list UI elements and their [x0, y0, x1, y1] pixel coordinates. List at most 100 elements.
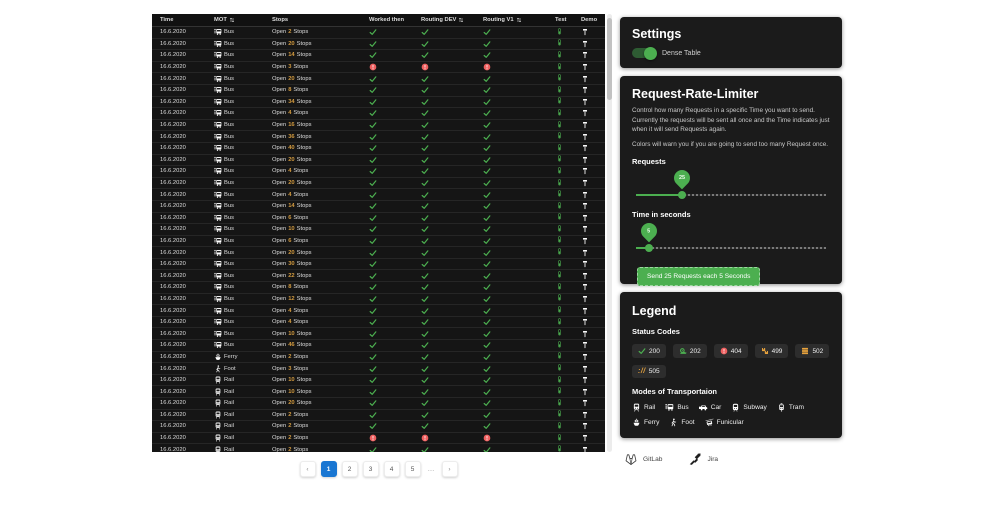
requests-slider-thumb[interactable]: [678, 191, 686, 199]
jira-link[interactable]: Jira: [688, 452, 718, 466]
demo-gavel-icon[interactable]: [581, 249, 589, 257]
test-tube-icon[interactable]: [555, 121, 564, 130]
next-page-button[interactable]: ›: [442, 461, 458, 477]
test-tube-icon[interactable]: [555, 387, 564, 396]
test-tube-icon[interactable]: [555, 167, 564, 176]
test-tube-icon[interactable]: [555, 445, 564, 452]
test-tube-icon[interactable]: [555, 225, 564, 234]
table-scrollbar[interactable]: [607, 14, 612, 452]
demo-gavel-icon[interactable]: [581, 388, 589, 396]
test-tube-icon[interactable]: [555, 132, 564, 141]
demo-gavel-icon[interactable]: [581, 399, 589, 407]
dense-table-toggle[interactable]: [632, 48, 656, 58]
demo-gavel-icon[interactable]: [581, 260, 589, 268]
demo-gavel-icon[interactable]: [581, 156, 589, 164]
test-tube-icon[interactable]: [555, 329, 564, 338]
prev-page-button[interactable]: ‹: [300, 461, 316, 477]
demo-gavel-icon[interactable]: [581, 86, 589, 94]
test-tube-icon[interactable]: [555, 376, 564, 385]
time-slider-thumb[interactable]: [645, 244, 653, 252]
test-tube-icon[interactable]: [555, 399, 564, 408]
table-scrollbar-thumb[interactable]: [607, 18, 612, 100]
test-tube-icon[interactable]: [555, 422, 564, 431]
demo-gavel-icon[interactable]: [581, 167, 589, 175]
demo-gavel-icon[interactable]: [581, 353, 589, 361]
test-tube-icon[interactable]: [555, 144, 564, 153]
demo-gavel-icon[interactable]: [581, 98, 589, 106]
demo-gavel-icon[interactable]: [581, 214, 589, 222]
demo-gavel-icon[interactable]: [581, 40, 589, 48]
demo-gavel-icon[interactable]: [581, 237, 589, 245]
stops-count: 2: [288, 412, 291, 418]
test-tube-icon[interactable]: [555, 271, 564, 280]
demo-gavel-icon[interactable]: [581, 330, 589, 338]
test-tube-icon[interactable]: [555, 364, 564, 373]
demo-gavel-icon[interactable]: [581, 434, 589, 442]
demo-gavel-icon[interactable]: [581, 63, 589, 71]
sort-icon[interactable]: [229, 17, 235, 23]
test-tube-icon[interactable]: [555, 179, 564, 188]
demo-gavel-icon[interactable]: [581, 51, 589, 59]
test-tube-icon[interactable]: [555, 109, 564, 118]
test-tube-icon[interactable]: [555, 260, 564, 269]
time-slider[interactable]: 5: [636, 221, 826, 255]
demo-gavel-icon[interactable]: [581, 283, 589, 291]
demo-gavel-icon[interactable]: [581, 446, 589, 452]
test-tube-icon[interactable]: [555, 352, 564, 361]
test-tube-icon[interactable]: [555, 306, 564, 315]
demo-gavel-icon[interactable]: [581, 422, 589, 430]
page-button-4[interactable]: 4: [384, 461, 400, 477]
test-tube-icon[interactable]: [555, 202, 564, 211]
test-tube-icon[interactable]: [555, 51, 564, 60]
test-tube-icon[interactable]: [555, 294, 564, 303]
column-header-mot[interactable]: MOT: [210, 17, 268, 23]
page-button-5[interactable]: 5: [405, 461, 421, 477]
page-button-1[interactable]: 1: [321, 461, 337, 477]
test-tube-icon[interactable]: [555, 318, 564, 327]
sort-icon[interactable]: [458, 17, 464, 23]
test-tube-icon[interactable]: [555, 213, 564, 222]
page-button-3[interactable]: 3: [363, 461, 379, 477]
sort-icon[interactable]: [516, 17, 522, 23]
test-tube-icon[interactable]: [555, 190, 564, 199]
test-tube-icon[interactable]: [555, 341, 564, 350]
demo-gavel-icon[interactable]: [581, 133, 589, 141]
test-tube-icon[interactable]: [555, 74, 564, 83]
column-header-routing-v1[interactable]: Routing V1: [474, 17, 550, 23]
test-tube-icon[interactable]: [555, 248, 564, 257]
requests-slider[interactable]: 25: [636, 168, 826, 202]
send-requests-button[interactable]: Send 25 Requests each 5 Seconds: [637, 267, 760, 286]
demo-gavel-icon[interactable]: [581, 28, 589, 36]
demo-gavel-icon[interactable]: [581, 75, 589, 83]
test-tube-icon[interactable]: [555, 283, 564, 292]
cell-routing-v1: [474, 272, 550, 280]
demo-gavel-icon[interactable]: [581, 376, 589, 384]
demo-gavel-icon[interactable]: [581, 318, 589, 326]
demo-gavel-icon[interactable]: [581, 179, 589, 187]
demo-gavel-icon[interactable]: [581, 272, 589, 280]
demo-gavel-icon[interactable]: [581, 225, 589, 233]
demo-gavel-icon[interactable]: [581, 307, 589, 315]
demo-gavel-icon[interactable]: [581, 191, 589, 199]
test-tube-icon[interactable]: [555, 86, 564, 95]
test-tube-icon[interactable]: [555, 97, 564, 106]
test-tube-icon[interactable]: [555, 155, 564, 164]
demo-gavel-icon[interactable]: [581, 202, 589, 210]
demo-gavel-icon[interactable]: [581, 341, 589, 349]
page-button-2[interactable]: 2: [342, 461, 358, 477]
column-header-routing-dev[interactable]: Routing DEV: [412, 17, 474, 23]
test-tube-icon[interactable]: [555, 28, 564, 37]
test-tube-icon[interactable]: [555, 39, 564, 48]
demo-gavel-icon[interactable]: [581, 144, 589, 152]
test-tube-icon[interactable]: [555, 63, 564, 72]
test-tube-icon[interactable]: [555, 434, 564, 443]
test-tube-icon[interactable]: [555, 236, 564, 245]
demo-gavel-icon[interactable]: [581, 365, 589, 373]
time-slider-track[interactable]: [636, 247, 826, 249]
demo-gavel-icon[interactable]: [581, 295, 589, 303]
demo-gavel-icon[interactable]: [581, 411, 589, 419]
demo-gavel-icon[interactable]: [581, 121, 589, 129]
gitlab-link[interactable]: GitLab: [624, 452, 662, 466]
demo-gavel-icon[interactable]: [581, 109, 589, 117]
test-tube-icon[interactable]: [555, 410, 564, 419]
